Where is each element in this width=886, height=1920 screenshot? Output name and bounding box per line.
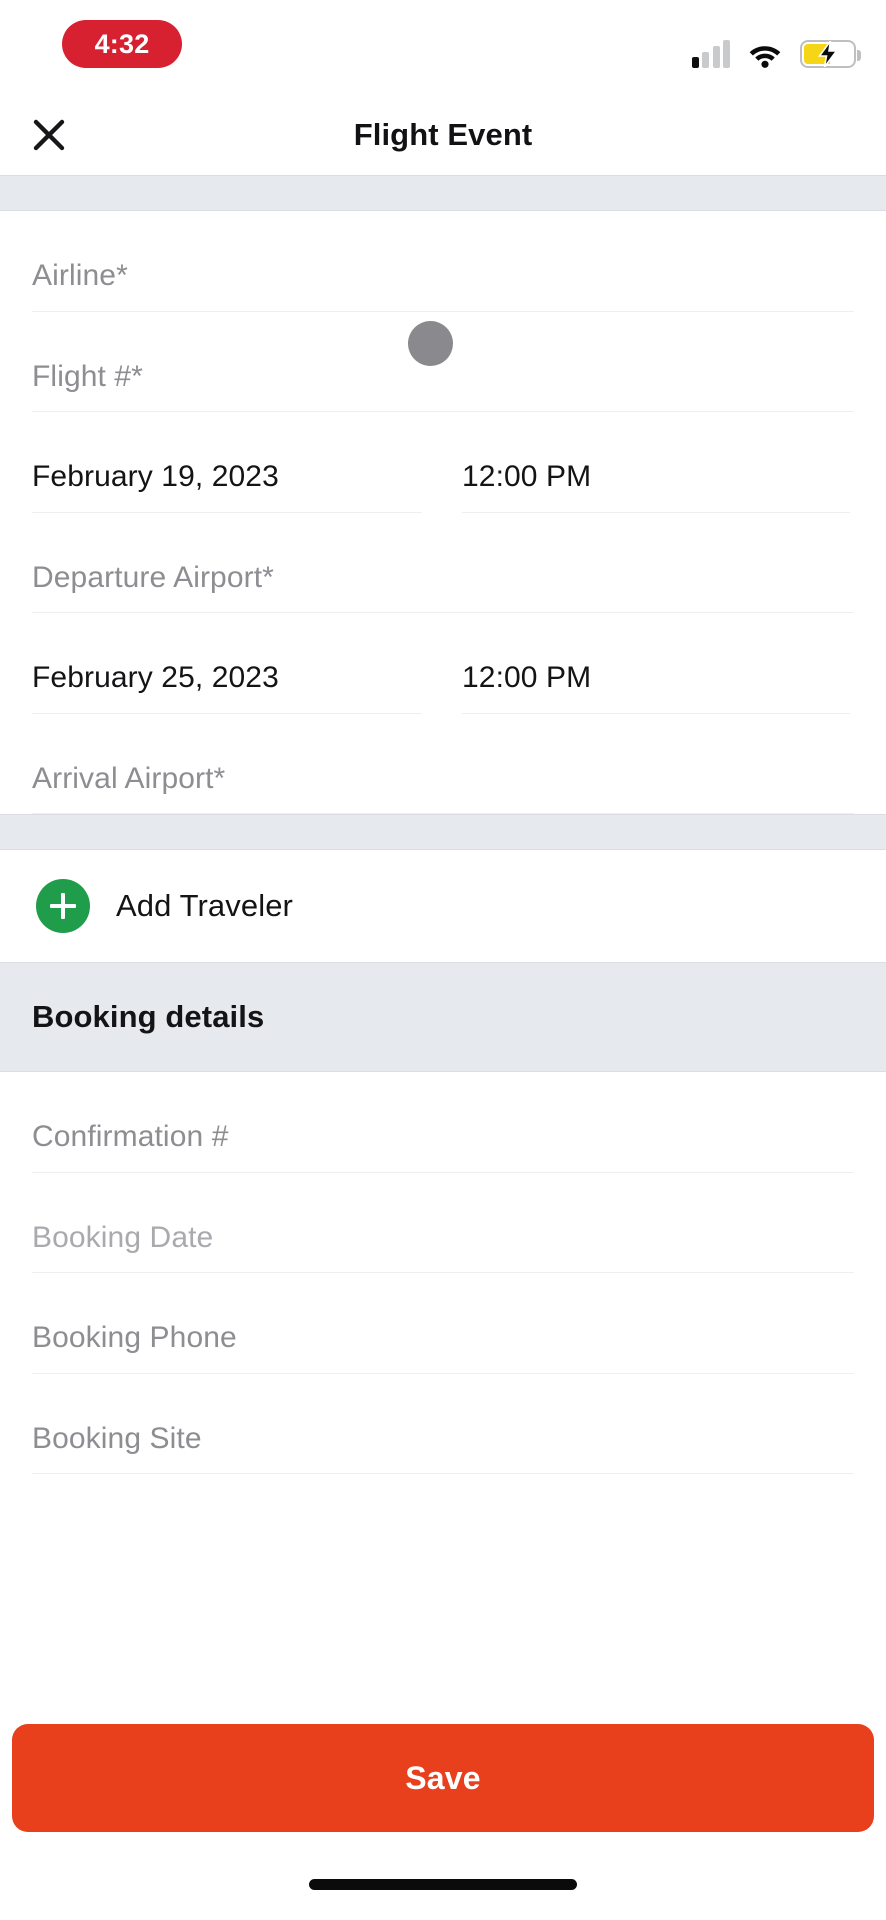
save-button-label: Save [405,1759,481,1796]
confirmation-number-placeholder: Confirmation # [32,1120,229,1153]
arrival-airport-row: Arrival Airport* [32,714,854,814]
cellular-signal-icon [691,40,730,68]
navigation-bar: Flight Event [0,95,886,175]
booking-phone-row: Booking Phone [32,1273,854,1374]
touch-indicator [407,320,453,366]
airline-field[interactable]: Airline* [32,211,854,312]
plus-circle-icon [36,879,90,933]
close-icon[interactable] [26,112,72,158]
home-indicator [309,1879,577,1890]
status-indicators [691,28,861,68]
departure-date-field[interactable]: February 19, 2023 [32,412,422,513]
booking-date-placeholder: Booking Date [32,1220,214,1254]
booking-phone-placeholder: Booking Phone [32,1321,237,1354]
section-divider-travelers [0,814,886,850]
airline-row: Airline* [32,211,854,312]
arrival-datetime-row: February 25, 2023 12:00 PM [32,613,854,714]
booking-date-row: Booking Date [32,1173,854,1273]
form-scroll-area[interactable]: Airline* Flight #* February 19, 2023 12:… [0,175,886,1920]
status-time: 4:32 [94,28,150,59]
battery-charging-icon [800,40,861,68]
booking-date-field[interactable]: Booking Date [32,1173,854,1273]
flight-number-placeholder: Flight #* [32,359,143,393]
confirmation-row: Confirmation # [32,1072,854,1173]
booking-phone-field[interactable]: Booking Phone [32,1273,854,1374]
section-divider-top [0,175,886,211]
arrival-date-value: February 25, 2023 [32,661,279,694]
departure-datetime-row: February 19, 2023 12:00 PM [32,412,854,513]
arrival-time-field[interactable]: 12:00 PM [462,613,850,714]
booking-site-row: Booking Site [32,1374,854,1474]
departure-time-value: 12:00 PM [462,460,592,493]
booking-details-header: Booking details [0,962,886,1072]
departure-time-field[interactable]: 12:00 PM [462,412,850,513]
add-traveler-label: Add Traveler [116,888,293,923]
booking-site-field[interactable]: Booking Site [32,1374,854,1474]
departure-airport-placeholder: Departure Airport* [32,560,274,594]
arrival-time-value: 12:00 PM [462,661,592,694]
wifi-icon [746,40,784,68]
booking-site-placeholder: Booking Site [32,1421,202,1455]
save-button[interactable]: Save [12,1724,874,1832]
status-bar: 4:32 [0,0,886,95]
arrival-airport-field[interactable]: Arrival Airport* [32,714,854,814]
departure-airport-row: Departure Airport* [32,513,854,613]
arrival-airport-placeholder: Arrival Airport* [32,761,226,795]
airline-placeholder: Airline* [32,259,128,292]
status-time-pill: 4:32 [62,20,182,68]
booking-details-title: Booking details [32,999,265,1034]
flight-details-section: Airline* Flight #* February 19, 2023 12:… [0,211,886,814]
page-title: Flight Event [353,117,533,152]
arrival-date-field[interactable]: February 25, 2023 [32,613,422,714]
departure-airport-field[interactable]: Departure Airport* [32,513,854,613]
booking-details-section: Confirmation # Booking Date Booking Phon… [0,1072,886,1474]
departure-date-value: February 19, 2023 [32,460,279,493]
footer-bar: Save [0,1710,886,1920]
confirmation-number-field[interactable]: Confirmation # [32,1072,854,1173]
app-screen: 4:32 Flight Event Airline* Flight #* Feb… [0,0,886,1920]
add-traveler-button[interactable]: Add Traveler [0,850,886,962]
